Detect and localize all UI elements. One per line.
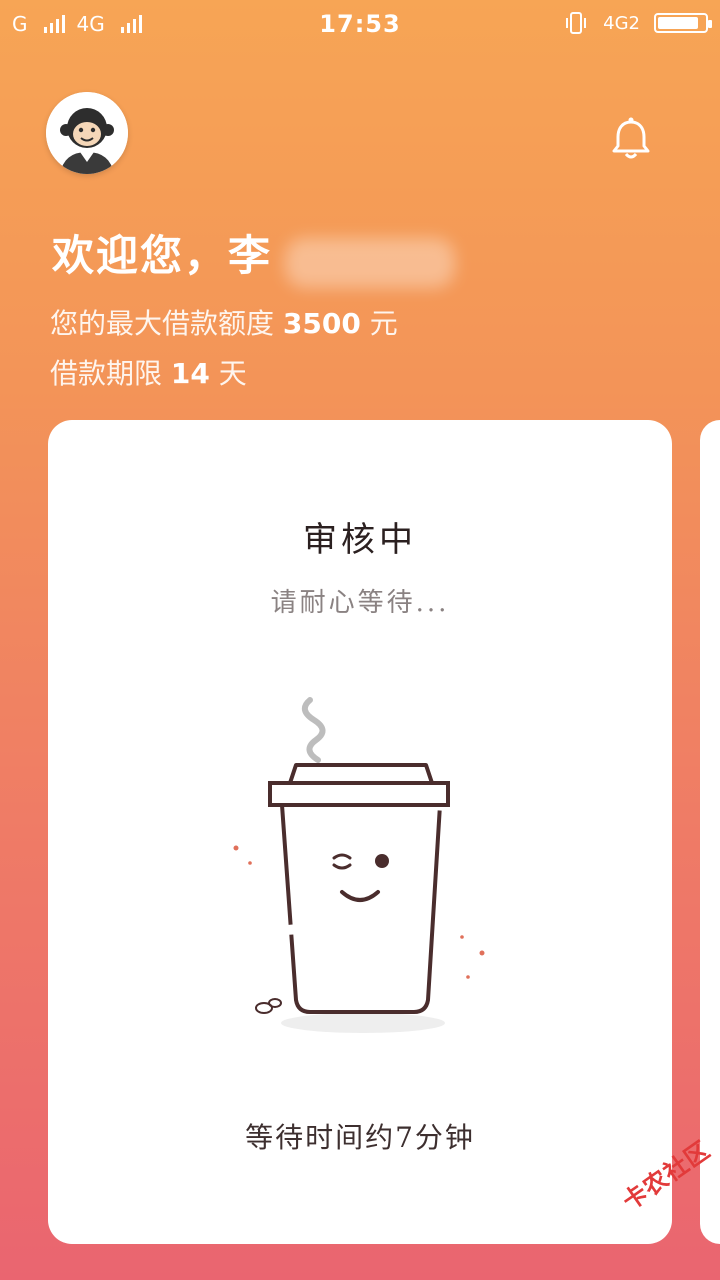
battery-icon xyxy=(654,13,712,33)
coffee-cup-icon xyxy=(233,697,485,1033)
vibrate-icon xyxy=(566,12,587,34)
amount-label: 您的最大借款额度 xyxy=(50,307,275,340)
name-redaction xyxy=(285,238,455,288)
monkey-avatar-icon xyxy=(46,92,128,174)
card-subtitle: 请耐心等待... xyxy=(270,588,450,618)
max-amount-line: 您的最大借款额度 3500 元 xyxy=(50,302,398,342)
term-value: 14 xyxy=(170,357,210,390)
status-bar: G 4G 17:53 4G2 xyxy=(0,0,720,50)
term-unit: 天 xyxy=(218,357,247,390)
network-type: 4G2 xyxy=(603,12,640,34)
greeting-text: 欢迎您， xyxy=(52,231,229,280)
amount-value: 3500 xyxy=(282,307,361,340)
bell-button[interactable] xyxy=(604,112,658,166)
welcome-heading: 欢迎您，李 xyxy=(52,222,272,283)
review-status-card: 审核中 请耐心等待... 等待时间约7分钟 xyxy=(48,420,672,1244)
avatar[interactable] xyxy=(46,92,128,174)
user-name-partial: 李 xyxy=(228,231,273,280)
term-label: 借款期限 xyxy=(50,357,163,390)
card-title: 审核中 xyxy=(303,520,417,560)
amount-unit: 元 xyxy=(369,307,398,340)
status-icons: 4G2 xyxy=(563,10,712,36)
bell-icon xyxy=(612,117,650,159)
term-line: 借款期限 14 天 xyxy=(50,352,247,392)
next-card-peek[interactable] xyxy=(700,420,720,1244)
wait-time-text: 等待时间约7分钟 xyxy=(245,1121,475,1154)
